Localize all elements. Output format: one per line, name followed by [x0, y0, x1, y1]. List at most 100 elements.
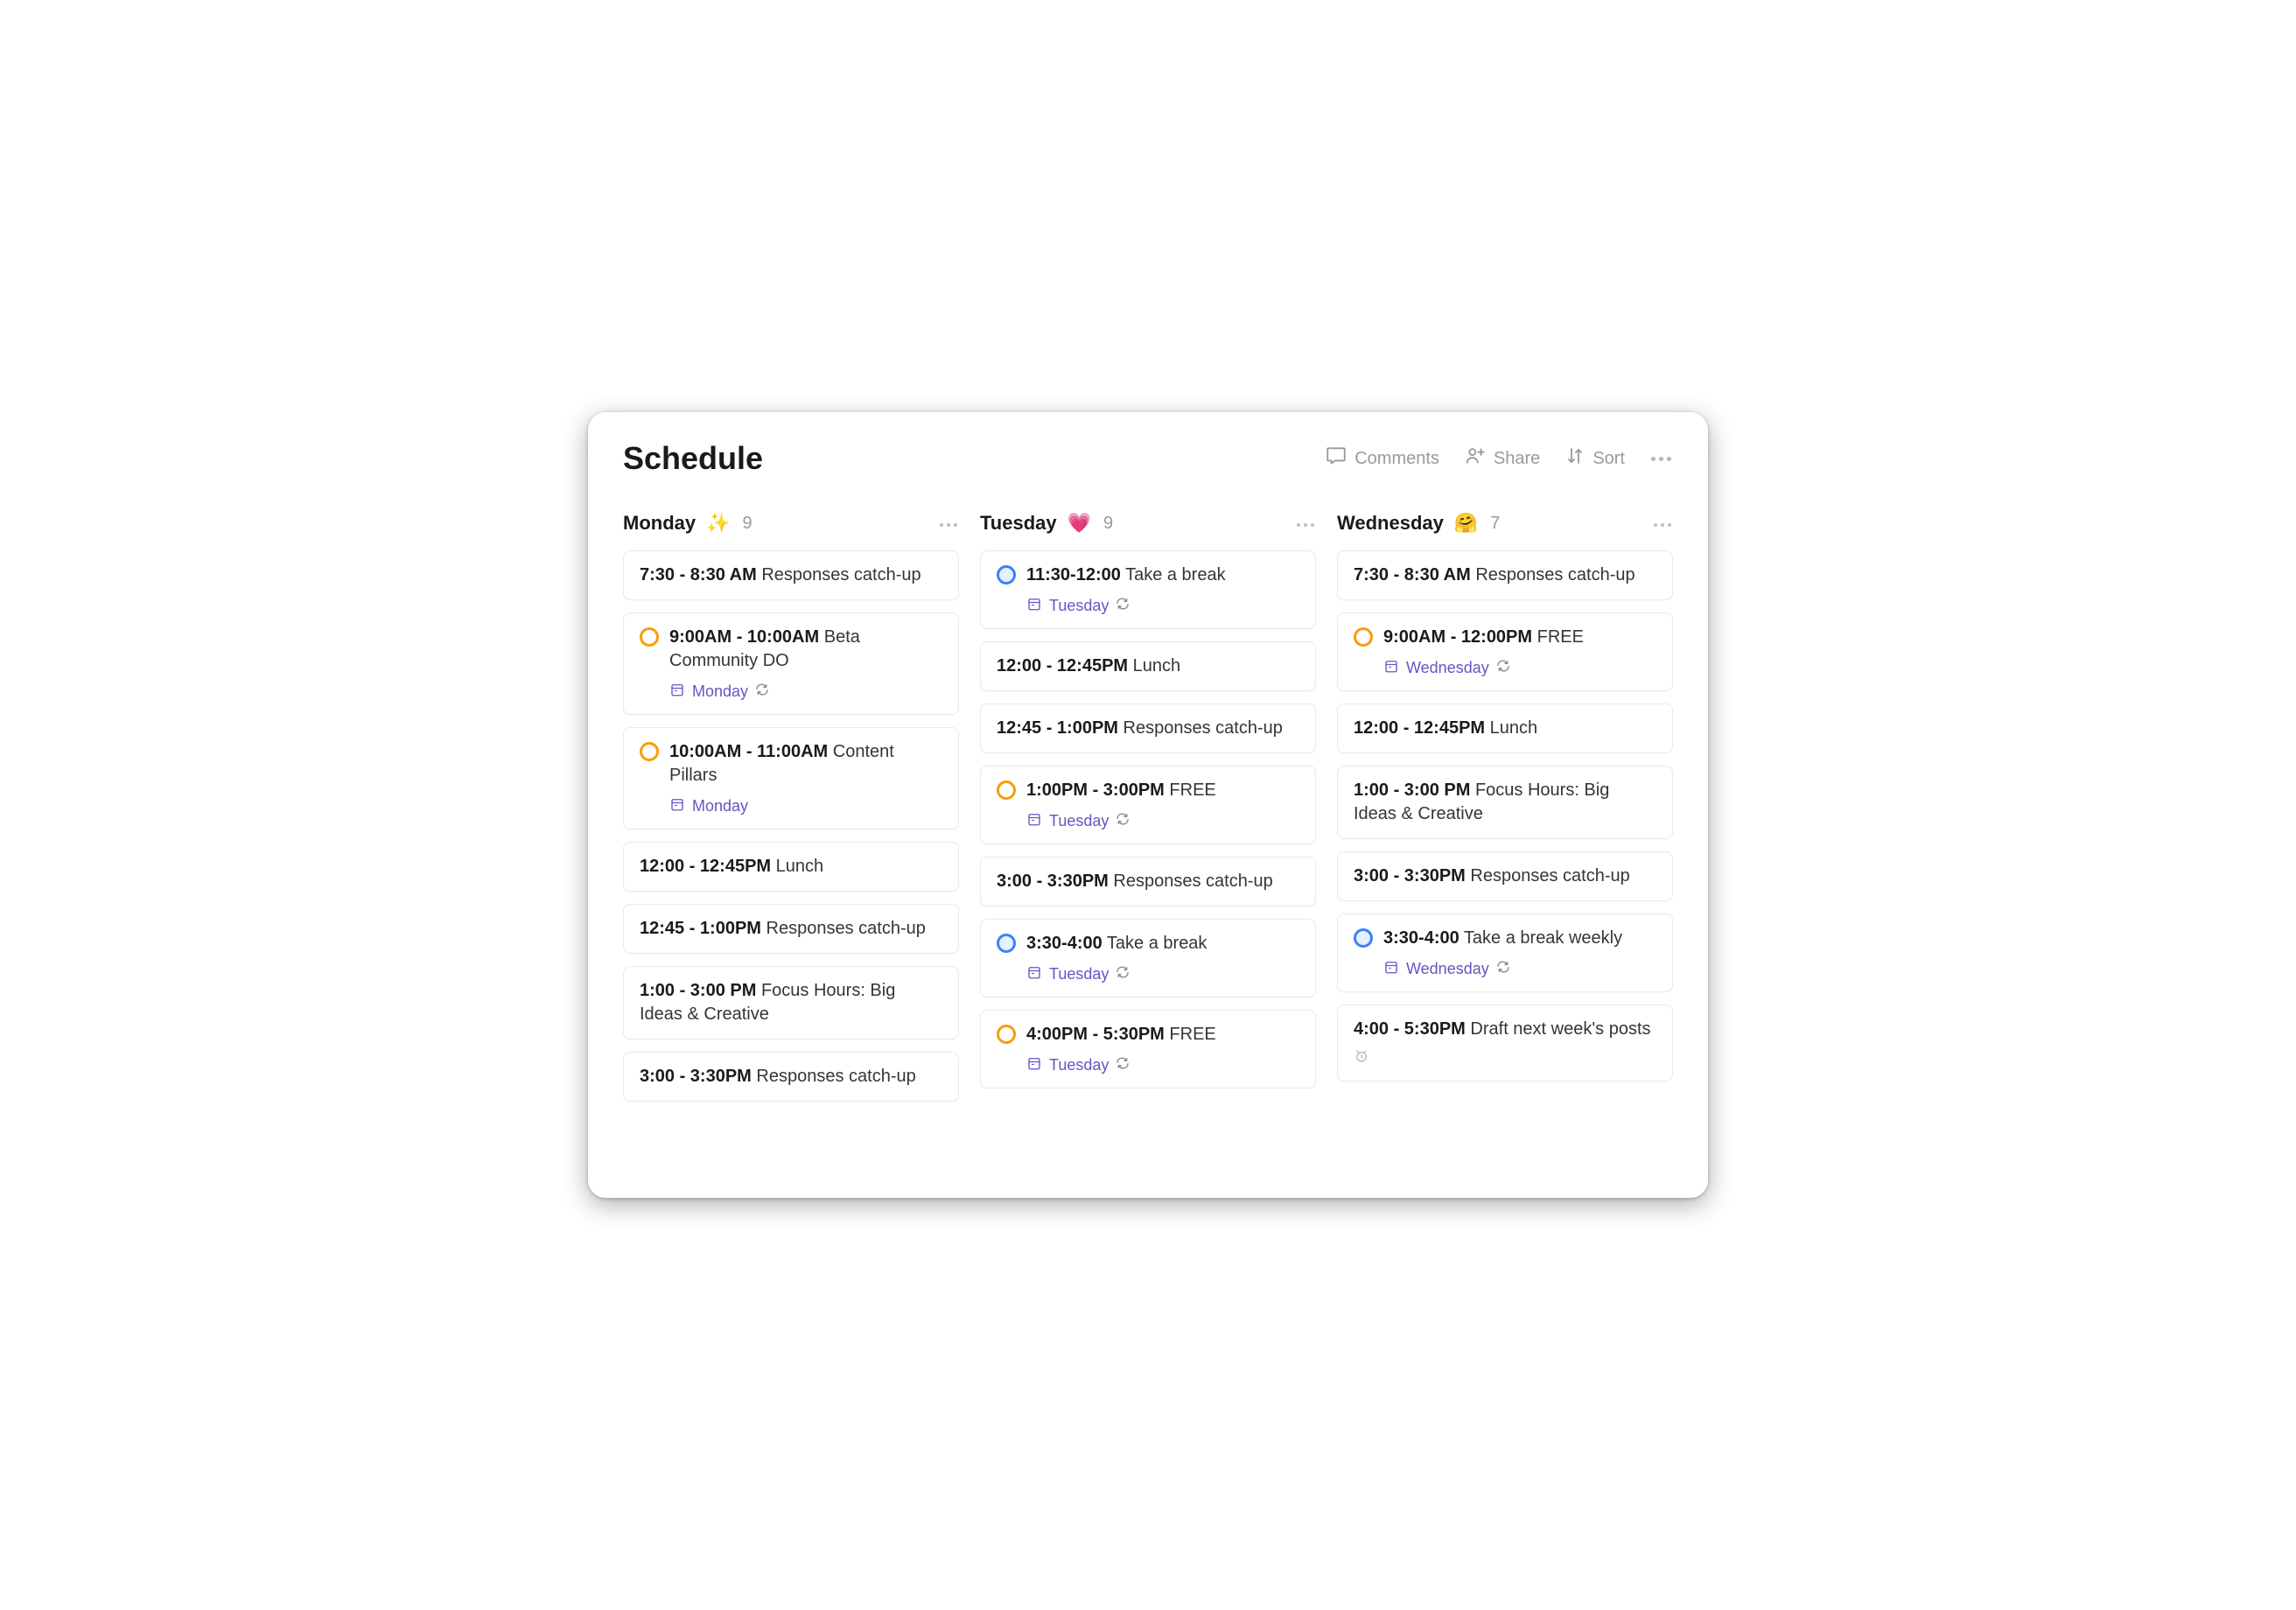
schedule-card[interactable]: 11:30-12:00 Take a break Tuesday [980, 550, 1316, 629]
schedule-card[interactable]: 1:00PM - 3:00PM FREE Tuesday [980, 766, 1316, 844]
schedule-card[interactable]: 12:00 - 12:45PM Lunch [1337, 704, 1673, 753]
schedule-card[interactable]: 12:45 - 1:00PM Responses catch-up [980, 704, 1316, 753]
status-circle-icon[interactable] [997, 934, 1016, 953]
column-menu-button[interactable] [938, 515, 959, 531]
sort-button[interactable]: Sort [1564, 445, 1625, 472]
card-text: 9:00AM - 10:00AM Beta Community DO [669, 626, 942, 673]
status-circle-icon[interactable] [1354, 627, 1373, 647]
sort-label: Sort [1592, 449, 1625, 469]
comments-button[interactable]: Comments [1325, 444, 1439, 472]
schedule-card[interactable]: 9:00AM - 12:00PM FREEWednesday [1337, 612, 1673, 691]
comments-label: Comments [1354, 449, 1439, 469]
more-menu-button[interactable] [1649, 457, 1673, 461]
card-tag-label: Tuesday [1049, 965, 1109, 984]
column-cards: 7:30 - 8:30 AM Responses catch-up 9:00AM … [1337, 550, 1673, 1082]
share-button[interactable]: Share [1464, 444, 1540, 472]
card-time: 1:00PM - 3:00PM [1026, 780, 1165, 800]
column-menu-button[interactable] [1652, 515, 1673, 531]
card-tagline: Tuesday [1026, 811, 1299, 831]
card-title: Take a break [1107, 934, 1208, 953]
schedule-card[interactable]: 3:30-4:00 Take a break weekly Wednesday [1337, 914, 1673, 992]
card-tagline: Monday [669, 682, 942, 702]
card-time: 12:00 - 12:45PM [1354, 718, 1485, 738]
card-tag-label: Wednesday [1406, 659, 1489, 677]
schedule-card[interactable]: 4:00PM - 5:30PM FREETuesday [980, 1010, 1316, 1088]
schedule-card[interactable]: 1:00 - 3:00 PM Focus Hours: Big Ideas & … [1337, 766, 1673, 839]
schedule-card[interactable]: 9:00AM - 10:00AM Beta Community DO Monday [623, 612, 959, 715]
column-emoji-icon: ✨ [706, 512, 730, 535]
card-text: 4:00PM - 5:30PM FREE [1026, 1023, 1299, 1046]
card-time: 3:00 - 3:30PM [997, 872, 1109, 891]
card-time: 1:00 - 3:00 PM [640, 981, 756, 1000]
card-time: 7:30 - 8:30 AM [1354, 565, 1471, 584]
card-time: 12:00 - 12:45PM [640, 857, 771, 876]
card-title: Take a break [1125, 565, 1226, 584]
calendar-icon [1026, 964, 1042, 984]
card-time: 1:00 - 3:00 PM [1354, 780, 1470, 800]
status-circle-icon[interactable] [997, 565, 1016, 584]
repeat-icon [1496, 960, 1510, 978]
schedule-card[interactable]: 12:45 - 1:00PM Responses catch-up [623, 904, 959, 954]
card-tag-label: Tuesday [1049, 597, 1109, 615]
calendar-icon [1026, 811, 1042, 831]
sort-icon [1564, 445, 1586, 472]
status-circle-icon[interactable] [1354, 928, 1373, 948]
card-time: 3:30-4:00 [1383, 928, 1460, 948]
schedule-card[interactable]: 12:00 - 12:45PM Lunch [980, 641, 1316, 691]
repeat-icon [1116, 812, 1130, 830]
schedule-window: Schedule Comments Share Sort [588, 412, 1708, 1198]
column-emoji-icon: 💗 [1068, 512, 1091, 535]
column-menu-button[interactable] [1295, 515, 1316, 531]
card-tag-label: Monday [692, 797, 748, 816]
card-tag-label: Wednesday [1406, 960, 1489, 978]
card-text: 1:00PM - 3:00PM FREE [1026, 779, 1299, 802]
repeat-icon [1116, 597, 1130, 615]
card-tagline: Monday [669, 796, 942, 816]
card-time: 4:00PM - 5:30PM [1026, 1025, 1165, 1044]
status-circle-icon[interactable] [997, 1025, 1016, 1044]
schedule-card[interactable]: 3:30-4:00 Take a break Tuesday [980, 919, 1316, 998]
card-time: 12:00 - 12:45PM [997, 656, 1128, 676]
calendar-icon [669, 796, 685, 816]
card-time: 3:30-4:00 [1026, 934, 1102, 953]
card-text: 4:00 - 5:30PM Draft next week's posts [1354, 1018, 1656, 1041]
column-header: Tuesday💗9 [980, 512, 1316, 535]
alarm-clock-icon [1354, 1053, 1369, 1068]
card-text: 7:30 - 8:30 AM Responses catch-up [1354, 564, 1656, 587]
column-cards: 11:30-12:00 Take a break Tuesday 12:00 - 1… [980, 550, 1316, 1088]
card-title: Draft next week's posts [1470, 1019, 1650, 1039]
schedule-card[interactable]: 3:00 - 3:30PM Responses catch-up [1337, 851, 1673, 901]
column-title: Wednesday [1337, 512, 1444, 535]
card-text: 3:30-4:00 Take a break weekly [1383, 927, 1656, 950]
card-title: Take a break weekly [1464, 928, 1622, 948]
status-circle-icon[interactable] [997, 780, 1016, 800]
status-circle-icon[interactable] [640, 742, 659, 761]
repeat-icon [1496, 659, 1510, 677]
schedule-card[interactable]: 7:30 - 8:30 AM Responses catch-up [1337, 550, 1673, 600]
repeat-icon [755, 682, 769, 701]
card-text: 10:00AM - 11:00AM Content Pillars [669, 740, 942, 788]
schedule-card[interactable]: 10:00AM - 11:00AM Content Pillars Monday [623, 727, 959, 830]
card-text: 3:00 - 3:30PM Responses catch-up [640, 1065, 942, 1088]
card-title: Lunch [1133, 656, 1181, 676]
column-title: Tuesday [980, 512, 1057, 535]
card-text: 12:45 - 1:00PM Responses catch-up [997, 717, 1299, 740]
schedule-card[interactable]: 12:00 - 12:45PM Lunch [623, 842, 959, 892]
schedule-card[interactable]: 7:30 - 8:30 AM Responses catch-up [623, 550, 959, 600]
card-text: 12:45 - 1:00PM Responses catch-up [640, 917, 942, 941]
schedule-card[interactable]: 4:00 - 5:30PM Draft next week's posts [1337, 1004, 1673, 1082]
schedule-card[interactable]: 3:00 - 3:30PM Responses catch-up [623, 1052, 959, 1102]
share-label: Share [1494, 449, 1540, 469]
card-tagline: Wednesday [1383, 959, 1656, 979]
status-circle-icon[interactable] [640, 627, 659, 647]
card-tagline: Wednesday [1383, 658, 1656, 678]
board-column: Monday✨97:30 - 8:30 AM Responses catch-u… [623, 512, 959, 1198]
calendar-icon [1026, 1055, 1042, 1075]
card-time: 11:30-12:00 [1026, 565, 1121, 584]
card-title: Responses catch-up [1124, 718, 1283, 738]
card-text: 12:00 - 12:45PM Lunch [997, 654, 1299, 678]
calendar-icon [1383, 959, 1399, 979]
schedule-card[interactable]: 1:00 - 3:00 PM Focus Hours: Big Ideas & … [623, 966, 959, 1040]
schedule-card[interactable]: 3:00 - 3:30PM Responses catch-up [980, 857, 1316, 906]
calendar-icon [669, 682, 685, 702]
